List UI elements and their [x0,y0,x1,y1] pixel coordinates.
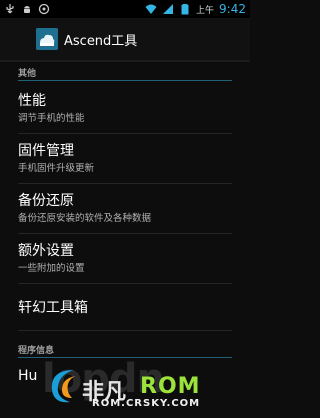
list-divider [18,233,232,234]
list-divider [18,183,232,184]
item-title: 性能 [18,93,46,109]
battery-icon [181,4,189,15]
status-system: 上午 9:42 [145,2,246,16]
sync-icon [38,3,50,15]
item-title: 额外设置 [18,243,74,259]
section-header-other: 其他 [18,69,37,79]
item-subtitle: 备份还原安装的软件及各种数据 [18,213,152,224]
brand-url: ROM.CRSKY.COM [92,398,201,409]
list-item-firmware[interactable]: 固件管理 手机固件升级更新 [0,142,250,175]
action-bar: Ascend工具 [0,18,250,62]
list-divider [18,133,232,134]
item-subtitle: 一些附加的设置 [18,263,85,274]
item-title: 固件管理 [18,143,74,159]
section-header-app-info: 程序信息 [18,346,55,356]
app-title: Ascend工具 [64,33,138,49]
list-divider [18,330,232,331]
item-subtitle: 调节手机的性能 [18,113,85,124]
signal-icon [163,4,174,14]
android-debug-icon [24,6,30,13]
list-item-performance[interactable]: 性能 调节手机的性能 [0,92,250,125]
wifi-icon [145,4,157,14]
status-bar: 上午 9:42 [0,0,250,18]
item-title: 备份还原 [18,193,74,209]
list-item-extra-settings[interactable]: 额外设置 一些附加的设置 [0,242,250,275]
list-divider [18,283,232,284]
status-ampm: 上午 [196,5,215,16]
brand-name-rom: ROM [140,374,201,399]
app-logo-icon[interactable] [36,28,58,50]
status-clock: 9:42 [219,2,246,16]
status-notifications [4,3,50,15]
list-item-toolbox[interactable]: 轩幻工具箱 [0,299,250,317]
item-title: 轩幻工具箱 [18,300,88,316]
brand-swirl-icon [51,370,76,403]
cloud-logo-icon [36,28,58,50]
usb-icon [6,4,14,14]
list-item-backup[interactable]: 备份还原 备份还原安装的软件及各种数据 [0,192,250,225]
section-divider [18,80,232,81]
item-subtitle: 手机固件升级更新 [18,163,95,174]
